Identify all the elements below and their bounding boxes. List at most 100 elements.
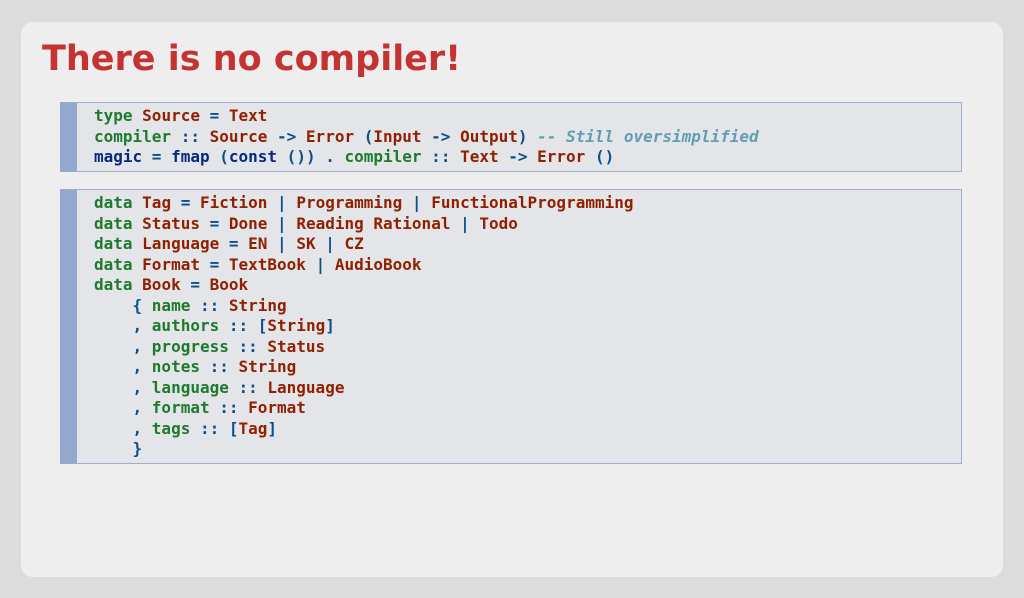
- code-token: fmap: [171, 147, 210, 166]
- code-token: |: [315, 234, 345, 253]
- code-token: ,: [94, 418, 152, 438]
- code-token: Rational: [373, 213, 451, 233]
- code-token: data: [94, 213, 133, 233]
- code-token: =: [142, 147, 172, 166]
- code-token: CZ: [344, 234, 364, 253]
- code-token: ,: [94, 336, 152, 356]
- code-token: Status: [267, 336, 326, 356]
- code-token: type: [94, 106, 133, 125]
- code-token: =: [180, 275, 210, 294]
- code-token: authors: [151, 316, 220, 335]
- code-token: data: [94, 275, 133, 294]
- code-token: =: [199, 254, 229, 274]
- code-line: compiler :: Source -> Error (Input -> Ou…: [94, 127, 961, 148]
- code-line: { name :: String: [94, 296, 961, 317]
- code-token: }: [94, 439, 143, 458]
- code-token: ::: [421, 147, 461, 166]
- code-block-book-types: data Tag = Fiction | Programming | Funct…: [60, 189, 962, 464]
- code-token: ::: [199, 357, 239, 376]
- code-token: language: [151, 377, 229, 397]
- code-token: magic: [94, 147, 143, 166]
- slide: There is no compiler! type Source = Text…: [21, 22, 1003, 577]
- code-token: =: [199, 213, 229, 233]
- code-token: Text: [228, 106, 268, 125]
- code-token: Programming: [296, 193, 403, 212]
- code-token: (): [585, 147, 615, 166]
- code-token: |: [267, 234, 297, 253]
- code-token: Book: [209, 275, 249, 294]
- code-token: ::: [209, 398, 249, 417]
- code-token: ,: [94, 357, 152, 376]
- code-line: , language :: Language: [94, 378, 961, 399]
- code-line: }: [94, 439, 961, 460]
- code-line: data Format = TextBook | AudioBook: [94, 255, 961, 276]
- code-line: , notes :: String: [94, 357, 961, 378]
- code-token: notes: [151, 357, 200, 376]
- code-token: Text: [460, 147, 499, 166]
- code-token: =: [199, 106, 229, 125]
- code-token: Language: [267, 377, 345, 397]
- code-line: data Language = EN | SK | CZ: [94, 234, 961, 255]
- code-token: ->: [267, 126, 306, 146]
- code-line: , progress :: Status: [94, 337, 961, 358]
- code-token: =: [219, 234, 249, 253]
- code-token: const: [228, 147, 278, 166]
- code-token: name: [151, 295, 191, 315]
- code-line: data Book = Book: [94, 275, 961, 296]
- code-token: Format: [142, 254, 200, 274]
- code-token: |: [267, 193, 297, 212]
- code-token: TextBook: [228, 254, 306, 274]
- code-token: data: [94, 193, 133, 212]
- code-line: data Tag = Fiction | Programming | Funct…: [94, 193, 961, 214]
- code-token: Tag: [238, 418, 268, 438]
- code-token: Todo: [479, 213, 518, 233]
- code-token: Done: [228, 213, 268, 233]
- code-token: String: [267, 316, 326, 335]
- code-token: data: [94, 254, 133, 274]
- code-line: data Status = Done | Reading Rational | …: [94, 214, 961, 235]
- code-token: ::: [228, 377, 268, 397]
- code-token: Source: [142, 106, 200, 125]
- code-token: String: [228, 295, 287, 315]
- code-token: ::: [228, 336, 268, 356]
- code-token: |: [267, 213, 297, 233]
- code-token: {: [94, 295, 152, 315]
- code-token: ): [517, 126, 538, 146]
- code-token: Output: [460, 126, 518, 146]
- code-token: SK: [296, 234, 316, 253]
- code-token: Input: [373, 126, 422, 146]
- code-token: Status: [142, 213, 200, 233]
- code-token: Error: [305, 126, 355, 146]
- code-token: ::: [190, 295, 229, 315]
- code-token: ->: [498, 147, 538, 166]
- code-token: ,: [94, 377, 152, 397]
- code-token: Source: [209, 126, 268, 146]
- code-token: :: [: [190, 418, 239, 438]
- code-token: AudioBook: [334, 254, 422, 274]
- code-token: Tag: [142, 193, 172, 212]
- code-line: , authors :: [String]: [94, 316, 961, 337]
- code-token: String: [238, 357, 297, 376]
- code-token: FunctionalProgramming: [431, 193, 634, 212]
- code-token: (: [354, 126, 374, 146]
- code-token: ::: [171, 126, 210, 146]
- code-token: format: [151, 398, 210, 417]
- code-line: , format :: Format: [94, 398, 961, 419]
- code-token: data: [94, 234, 133, 253]
- slide-title: There is no compiler!: [42, 39, 462, 79]
- code-token: -- Still oversimplified: [537, 126, 759, 146]
- code-token: EN: [248, 234, 268, 253]
- code-token: ]: [325, 316, 335, 335]
- code-token: compiler: [344, 147, 422, 166]
- code-token: |: [305, 254, 335, 274]
- code-token: =: [171, 193, 200, 212]
- code-token: (: [209, 147, 229, 166]
- code-block-compiler: type Source = Text compiler :: Source -> …: [60, 102, 962, 172]
- code-line: , tags :: [Tag]: [94, 419, 961, 440]
